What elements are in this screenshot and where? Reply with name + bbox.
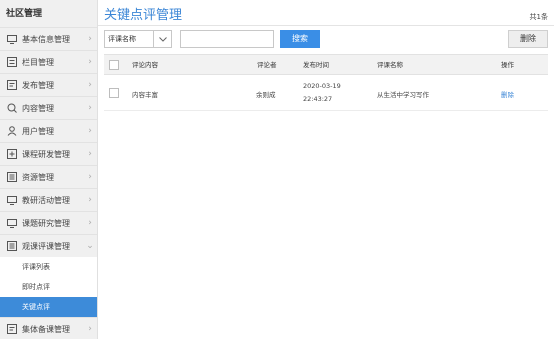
main-content: 关键点评管理 共1条 评课名称 搜索 删除 评论内容 评论者 发布时间 评课名称… bbox=[98, 0, 554, 339]
document-icon bbox=[6, 80, 17, 91]
column-header-content: 评论内容 bbox=[132, 61, 158, 69]
chevron-right-icon: › bbox=[88, 34, 92, 44]
chevron-down-icon[interactable] bbox=[153, 31, 171, 47]
table-row: 内容丰富 余则成 2020-03-19 22:43:27 从生活中学习写作 删除 bbox=[104, 75, 548, 111]
grid-icon bbox=[6, 57, 17, 68]
toolbar: 评课名称 搜索 删除 bbox=[104, 30, 548, 48]
column-header-author: 评论者 bbox=[257, 61, 277, 69]
sidebar-item-resources[interactable]: 资源管理 › bbox=[0, 165, 97, 188]
chevron-right-icon: › bbox=[88, 172, 92, 182]
select-all-checkbox[interactable] bbox=[109, 60, 119, 70]
sidebar-item-column[interactable]: 栏目管理 › bbox=[0, 50, 97, 73]
sidebar-item-lesson-review[interactable]: 观课评课管理 ⌄ bbox=[0, 234, 97, 257]
search-icon bbox=[6, 103, 17, 114]
sidebar-item-label: 资源管理 bbox=[22, 172, 54, 182]
sidebar-item-basic-info[interactable]: 基本信息管理 › bbox=[0, 27, 97, 50]
sidebar-item-content[interactable]: 内容管理 › bbox=[0, 96, 97, 119]
title-divider bbox=[98, 25, 554, 26]
sidebar: 社区管理 基本信息管理 › 栏目管理 › 发布管理 › 内容管理 › 用户管理 … bbox=[0, 0, 98, 339]
sidebar-item-label: 课题研究管理 bbox=[22, 218, 70, 228]
search-button[interactable]: 搜索 bbox=[280, 30, 320, 48]
list-icon bbox=[6, 241, 17, 252]
chevron-right-icon: › bbox=[88, 80, 92, 90]
sidebar-item-research[interactable]: 课题研究管理 › bbox=[0, 211, 97, 234]
chevron-right-icon: › bbox=[88, 149, 92, 159]
row-checkbox[interactable] bbox=[109, 88, 119, 98]
chevron-right-icon: › bbox=[88, 218, 92, 228]
sidebar-title: 社区管理 bbox=[0, 0, 97, 27]
row-content: 内容丰富 bbox=[132, 91, 158, 99]
table-header: 评论内容 评论者 发布时间 评课名称 操作 bbox=[104, 54, 548, 75]
chevron-down-icon: ⌄ bbox=[86, 241, 94, 251]
sidebar-item-label: 观课评课管理 bbox=[22, 241, 70, 251]
sidebar-item-label: 内容管理 bbox=[22, 103, 54, 113]
column-header-action: 操作 bbox=[501, 61, 514, 69]
sidebar-item-label: 基本信息管理 bbox=[22, 34, 70, 44]
chevron-right-icon: › bbox=[88, 103, 92, 113]
row-time: 22:43:27 bbox=[303, 95, 333, 103]
submenu-lesson-review: 评课列表 即时点评 关键点评 bbox=[0, 257, 97, 317]
chevron-right-icon: › bbox=[88, 324, 92, 334]
sidebar-item-label: 用户管理 bbox=[22, 126, 54, 136]
chevron-right-icon: › bbox=[88, 57, 92, 67]
page-title: 关键点评管理 bbox=[104, 8, 183, 23]
list-icon bbox=[6, 172, 17, 183]
review-table: 评论内容 评论者 发布时间 评课名称 操作 内容丰富 余则成 2020-03-1… bbox=[104, 54, 548, 111]
sidebar-item-label: 教研活动管理 bbox=[22, 195, 70, 205]
monitor-icon bbox=[6, 218, 17, 229]
sidebar-item-course-dev[interactable]: 课程研发管理 › bbox=[0, 142, 97, 165]
chevron-right-icon: › bbox=[88, 126, 92, 136]
user-icon bbox=[6, 126, 17, 137]
chevron-right-icon: › bbox=[88, 195, 92, 205]
delete-button[interactable]: 删除 bbox=[508, 30, 548, 48]
sidebar-item-label: 栏目管理 bbox=[22, 57, 54, 67]
total-count: 共1条 bbox=[529, 13, 548, 21]
sidebar-item-users[interactable]: 用户管理 › bbox=[0, 119, 97, 142]
submenu-item-key-review[interactable]: 关键点评 bbox=[0, 297, 97, 317]
submenu-item-lesson-list[interactable]: 评课列表 bbox=[0, 257, 97, 277]
search-input[interactable] bbox=[180, 30, 274, 48]
column-header-course: 评课名称 bbox=[377, 61, 403, 69]
row-course: 从生活中学习写作 bbox=[377, 91, 429, 99]
monitor-icon bbox=[6, 195, 17, 206]
filter-select-value: 评课名称 bbox=[108, 35, 136, 43]
sidebar-item-label: 课程研发管理 bbox=[22, 149, 70, 159]
sidebar-item-collective-prep[interactable]: 集体备课管理 › bbox=[0, 317, 97, 339]
column-header-date: 发布时间 bbox=[303, 61, 329, 69]
submenu-item-instant-review[interactable]: 即时点评 bbox=[0, 277, 97, 297]
row-date: 2020-03-19 bbox=[303, 82, 341, 90]
sidebar-item-label: 发布管理 bbox=[22, 80, 54, 90]
filter-select[interactable]: 评课名称 bbox=[104, 30, 172, 48]
sidebar-item-label: 集体备课管理 bbox=[22, 324, 70, 334]
sidebar-item-teaching-activity[interactable]: 教研活动管理 › bbox=[0, 188, 97, 211]
monitor-icon bbox=[6, 34, 17, 45]
edit-icon bbox=[6, 149, 17, 160]
document-icon bbox=[6, 324, 17, 335]
sidebar-item-publish[interactable]: 发布管理 › bbox=[0, 73, 97, 96]
row-author: 余则成 bbox=[256, 91, 276, 99]
row-delete-link[interactable]: 删除 bbox=[501, 89, 514, 99]
